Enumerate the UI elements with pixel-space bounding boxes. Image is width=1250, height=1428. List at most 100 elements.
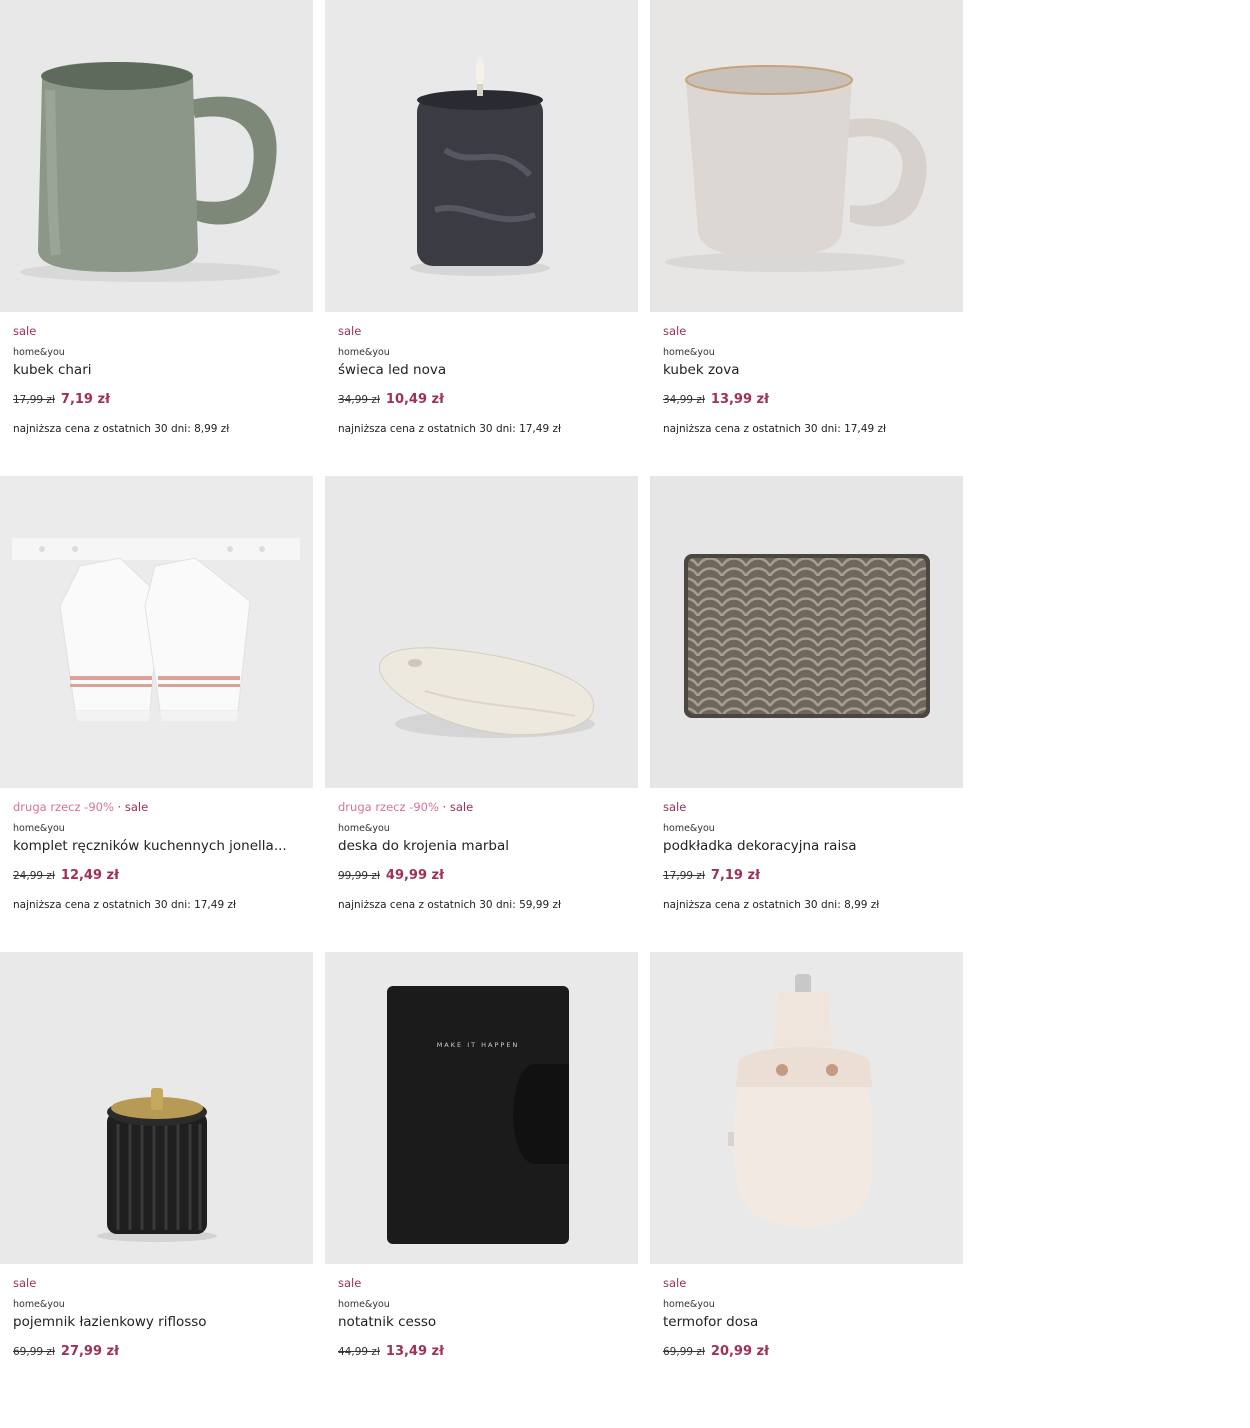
marble-board-illustration xyxy=(325,476,638,788)
product-prices: 69,99 zł 27,99 zł xyxy=(13,1340,119,1359)
product-image-led-candle[interactable] xyxy=(325,0,638,312)
new-price: 27,99 zł xyxy=(60,1344,119,1359)
product-prices: 34,99 zł 10,49 zł xyxy=(338,388,444,407)
product-card[interactable]: sale home&you pojemnik łazienkowy riflos… xyxy=(0,952,313,1428)
new-price: 49,99 zł xyxy=(385,868,444,883)
new-price: 13,49 zł xyxy=(385,1344,444,1359)
product-prices: 17,99 zł 7,19 zł xyxy=(663,864,760,883)
sale-tag: sale xyxy=(338,1276,362,1290)
lowest-price-note: najniższa cena z ostatnich 30 dni: 59,99… xyxy=(338,899,561,911)
product-image-hot-water-bottle[interactable] xyxy=(650,952,963,1264)
bathroom-container-illustration xyxy=(0,952,313,1264)
product-card[interactable]: druga rzecz -90% · sale home&you komplet… xyxy=(0,476,313,952)
product-tags: sale xyxy=(13,324,36,338)
product-tags: druga rzecz -90% · sale xyxy=(13,800,148,814)
product-name[interactable]: komplet ręczników kuchennych jonella... xyxy=(13,838,287,854)
product-tags: sale xyxy=(663,324,686,338)
product-card[interactable]: sale home&you termofor dosa 69,99 zł 20,9… xyxy=(650,952,963,1428)
sale-tag: sale xyxy=(663,800,687,814)
sale-tag: sale xyxy=(338,324,362,338)
new-price: 7,19 zł xyxy=(60,392,110,407)
led-candle-illustration xyxy=(325,0,638,312)
product-name[interactable]: pojemnik łazienkowy riflosso xyxy=(13,1314,207,1330)
new-price: 20,99 zł xyxy=(710,1344,769,1359)
product-brand: home&you xyxy=(13,1299,65,1310)
product-prices: 69,99 zł 20,99 zł xyxy=(663,1340,769,1359)
sale-tag: sale xyxy=(663,1276,687,1290)
product-name[interactable]: kubek chari xyxy=(13,362,92,378)
notebook-cover-text: MAKE IT HAPPEN xyxy=(437,1041,520,1049)
sale-tag: sale xyxy=(13,1276,37,1290)
hot-water-bottle-illustration xyxy=(650,952,963,1264)
product-image-placemat[interactable] xyxy=(650,476,963,788)
product-card[interactable]: MAKE IT HAPPEN sale home&you notatnik ce… xyxy=(325,952,638,1428)
sale-tag: sale xyxy=(449,800,474,814)
old-price: 17,99 zł xyxy=(663,870,705,882)
product-card[interactable]: druga rzecz -90% · sale home&you deska d… xyxy=(325,476,638,952)
sale-tag: sale xyxy=(124,800,149,814)
product-name[interactable]: notatnik cesso xyxy=(338,1314,436,1330)
promo-tag: druga rzecz -90% xyxy=(338,800,439,814)
product-image-beige-mug[interactable] xyxy=(650,0,963,312)
product-name[interactable]: świeca led nova xyxy=(338,362,446,378)
promo-tag: druga rzecz -90% xyxy=(13,800,114,814)
new-price: 7,19 zł xyxy=(710,868,760,883)
product-image-notebook[interactable]: MAKE IT HAPPEN xyxy=(325,952,638,1264)
product-prices: 99,99 zł 49,99 zł xyxy=(338,864,444,883)
product-brand: home&you xyxy=(663,1299,715,1310)
product-prices: 34,99 zł 13,99 zł xyxy=(663,388,769,407)
beige-mug-illustration xyxy=(650,0,963,312)
product-brand: home&you xyxy=(663,823,715,834)
old-price: 44,99 zł xyxy=(338,1346,380,1358)
old-price: 69,99 zł xyxy=(13,1346,55,1358)
tag-separator: · xyxy=(438,800,450,814)
old-price: 99,99 zł xyxy=(338,870,380,882)
old-price: 17,99 zł xyxy=(13,394,55,406)
product-card[interactable]: sale home&you podkładka dekoracyjna rais… xyxy=(650,476,963,952)
product-name[interactable]: termofor dosa xyxy=(663,1314,758,1330)
product-tags: druga rzecz -90% · sale xyxy=(338,800,473,814)
product-brand: home&you xyxy=(663,347,715,358)
product-image-bathroom-container[interactable] xyxy=(0,952,313,1264)
old-price: 69,99 zł xyxy=(663,1346,705,1358)
product-card[interactable]: sale home&you kubek chari 17,99 zł 7,19 z… xyxy=(0,0,313,476)
lowest-price-note: najniższa cena z ostatnich 30 dni: 8,99 … xyxy=(13,423,230,435)
product-tags: sale xyxy=(338,324,361,338)
product-brand: home&you xyxy=(338,347,390,358)
old-price: 34,99 zł xyxy=(338,394,380,406)
lowest-price-note: najniższa cena z ostatnich 30 dni: 17,49… xyxy=(338,423,561,435)
product-tags: sale xyxy=(338,1276,361,1290)
product-brand: home&you xyxy=(338,823,390,834)
product-name[interactable]: podkładka dekoracyjna raisa xyxy=(663,838,857,854)
product-tags: sale xyxy=(663,1276,686,1290)
new-price: 12,49 zł xyxy=(60,868,119,883)
kitchen-towels-illustration xyxy=(0,476,313,788)
product-name[interactable]: kubek zova xyxy=(663,362,740,378)
lowest-price-note: najniższa cena z ostatnich 30 dni: 17,49… xyxy=(13,899,236,911)
product-image-green-mug[interactable] xyxy=(0,0,313,312)
product-name[interactable]: deska do krojenia marbal xyxy=(338,838,509,854)
product-prices: 44,99 zł 13,49 zł xyxy=(338,1340,444,1359)
product-image-kitchen-towels[interactable] xyxy=(0,476,313,788)
old-price: 24,99 zł xyxy=(13,870,55,882)
product-card[interactable]: sale home&you świeca led nova 34,99 zł 10… xyxy=(325,0,638,476)
product-brand: home&you xyxy=(13,347,65,358)
lowest-price-note: najniższa cena z ostatnich 30 dni: 17,49… xyxy=(663,423,886,435)
product-prices: 17,99 zł 7,19 zł xyxy=(13,388,110,407)
new-price: 10,49 zł xyxy=(385,392,444,407)
product-tags: sale xyxy=(13,1276,36,1290)
product-image-marble-board[interactable] xyxy=(325,476,638,788)
placemat-illustration xyxy=(650,476,963,788)
product-card[interactable]: sale home&you kubek zova 34,99 zł 13,99 z… xyxy=(650,0,963,476)
sale-tag: sale xyxy=(663,324,687,338)
green-mug-illustration xyxy=(0,0,313,312)
product-brand: home&you xyxy=(338,1299,390,1310)
new-price: 13,99 zł xyxy=(710,392,769,407)
product-prices: 24,99 zł 12,49 zł xyxy=(13,864,119,883)
lowest-price-note: najniższa cena z ostatnich 30 dni: 8,99 … xyxy=(663,899,880,911)
product-brand: home&you xyxy=(13,823,65,834)
product-tags: sale xyxy=(663,800,686,814)
sale-tag: sale xyxy=(13,324,37,338)
old-price: 34,99 zł xyxy=(663,394,705,406)
tag-separator: · xyxy=(113,800,125,814)
